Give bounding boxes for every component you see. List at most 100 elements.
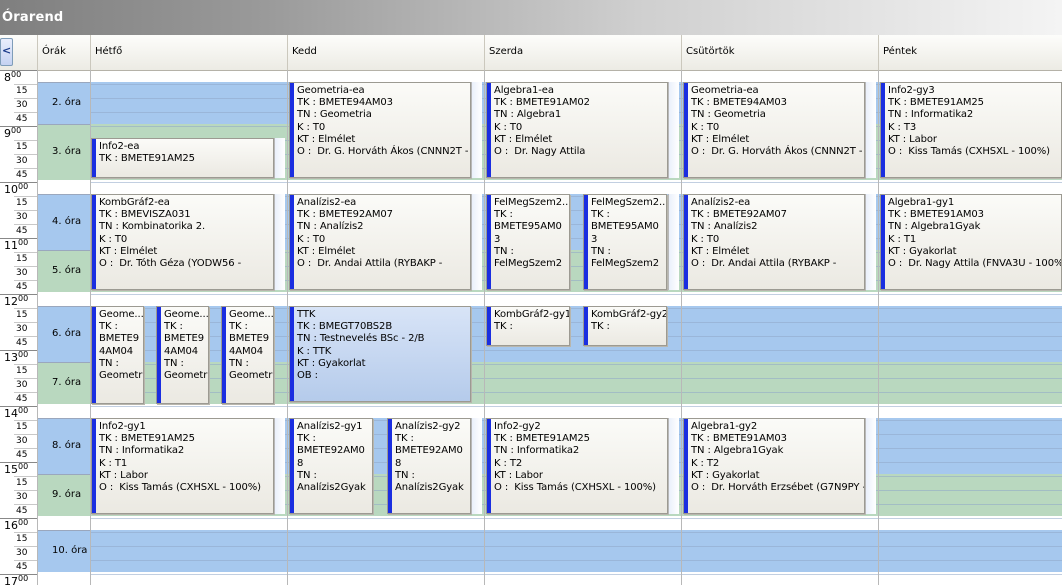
minute-label: 30 [16, 156, 28, 166]
course-event[interactable]: Analízis2-ea TK : BMETE92AM07 TN : Analí… [683, 194, 865, 290]
event-details: Geometria-ea TK : BMETE94AM03 TN : Geome… [297, 85, 469, 158]
event-color-bar [388, 419, 392, 513]
hour-minutes: 00 [18, 574, 29, 583]
quarter-line [14, 476, 37, 477]
hour-label: 1600 [4, 518, 29, 532]
course-event[interactable]: TTK TK : BMEGT70BS2B TN : Testnevelés BS… [289, 306, 471, 402]
course-event[interactable]: Geome... TK : BMETE9 4AM04 TN : Geometri [156, 306, 209, 404]
course-event[interactable]: Algebra1-gy1 TK : BMETE91AM03 TN : Algeb… [880, 194, 1062, 290]
course-event[interactable]: KombGráf2-gy2 TK : [583, 306, 667, 346]
grid-line [90, 532, 1062, 533]
minute-label: 15 [16, 422, 28, 432]
course-event[interactable]: Analízis2-gy1 TK : BMETE92AM0 8 TN : Ana… [289, 418, 373, 514]
hour-minutes: 00 [11, 126, 22, 135]
course-event[interactable]: Geometria-ea TK : BMETE94AM03 TN : Geome… [683, 82, 865, 178]
course-event[interactable]: FelMegSzem2... TK : BMETE95AM0 3 TN : Fe… [583, 194, 667, 290]
event-color-bar [487, 419, 491, 513]
hour-minutes: 00 [18, 350, 29, 359]
event-overflow-strip [471, 82, 482, 178]
event-details: Info2-gy2 TK : BMETE91AM25 TN : Informat… [494, 421, 656, 494]
lesson-label: 2. óra [52, 97, 82, 108]
event-color-bar [881, 83, 885, 177]
course-event[interactable]: Geome... TK : BMETE9 4AM04 TN : Geometri [91, 306, 144, 404]
hour-line [0, 518, 37, 519]
event-overflow-strip [668, 82, 679, 178]
event-color-bar [684, 83, 688, 177]
course-event[interactable]: Info2-gy1 TK : BMETE91AM25 TN : Informat… [91, 418, 274, 514]
event-details: Algebra1-ea TK : BMETE91AM02 TN : Algebr… [494, 85, 590, 158]
event-details: FelMegSzem2... TK : BMETE95AM0 3 TN : Fe… [591, 197, 667, 270]
minute-label: 15 [16, 478, 28, 488]
header-day-csutortok[interactable]: Csütörtök [681, 35, 878, 70]
course-event[interactable]: Geometria-ea TK : BMETE94AM03 TN : Geome… [289, 82, 471, 178]
event-details: KombGráf2-ea TK : BMEVISZA031 TN : Kombi… [99, 197, 242, 270]
grid-line [90, 574, 1062, 575]
window-title: Órarend [2, 10, 64, 25]
event-color-bar [487, 195, 491, 289]
hour-line [0, 350, 37, 351]
event-color-bar [290, 307, 294, 401]
course-event[interactable]: Geome... TK : BMETE9 4AM04 TN : Geometri [221, 306, 274, 404]
header-day-hetfo[interactable]: Hétfő [90, 35, 287, 70]
event-details: Geome... TK : BMETE9 4AM04 TN : Geometri [99, 309, 144, 382]
prev-week-button[interactable]: < [0, 38, 13, 66]
row-band[interactable] [90, 530, 1062, 572]
event-overflow-strip [274, 194, 285, 290]
quarter-line [14, 420, 37, 421]
course-event[interactable]: Algebra1-ea TK : BMETE91AM02 TN : Algebr… [486, 82, 668, 178]
lesson-label: 7. óra [52, 377, 82, 388]
course-event[interactable]: KombGráf2-ea TK : BMEVISZA031 TN : Kombi… [91, 194, 274, 290]
course-event[interactable]: Info2-gy3 TK : BMETE91AM25 TN : Informat… [880, 82, 1062, 178]
grid-line [90, 182, 1062, 183]
lesson-label: 5. óra [52, 265, 82, 276]
event-details: Geome... TK : BMETE9 4AM04 TN : Geometri [164, 309, 209, 382]
event-color-bar [487, 83, 491, 177]
event-details: Geome... TK : BMETE9 4AM04 TN : Geometri [229, 309, 274, 382]
header-day-kedd[interactable]: Kedd [287, 35, 484, 70]
course-event[interactable]: Algebra1-gy2 TK : BMETE91AM03 TN : Algeb… [683, 418, 865, 514]
hour-line [0, 406, 37, 407]
event-color-bar [290, 83, 294, 177]
event-color-bar [92, 307, 96, 403]
course-event[interactable]: KombGráf2-gy1 TK : [486, 306, 570, 346]
header-day-pentek[interactable]: Péntek [878, 35, 1062, 70]
minute-label: 15 [16, 198, 28, 208]
event-color-bar [290, 419, 294, 513]
quarter-line [14, 364, 37, 365]
quarter-line [14, 112, 37, 113]
lesson-label-block: 3. óra [37, 124, 90, 180]
hour-label: 800 [4, 70, 22, 84]
hour-line [0, 574, 37, 575]
event-overflow-strip [865, 418, 876, 514]
quarter-line [14, 490, 37, 491]
minute-label: 30 [16, 380, 28, 390]
lesson-label-block: 4. óra [37, 194, 90, 250]
course-event[interactable]: Analízis2-gy2 TK : BMETE92AM0 8 TN : Ana… [387, 418, 471, 514]
minute-label: 30 [16, 324, 28, 334]
header-day-szerda[interactable]: Szerda [484, 35, 681, 70]
event-overflow-strip [274, 138, 285, 178]
event-color-bar [157, 307, 161, 403]
course-event[interactable]: FelMegSzem2... TK : BMETE95AM0 3 TN : Fe… [486, 194, 570, 290]
quarter-line [14, 322, 37, 323]
column-separator [681, 70, 682, 585]
quarter-line [14, 434, 37, 435]
course-event[interactable]: Info2-gy2 TK : BMETE91AM25 TN : Informat… [486, 418, 668, 514]
quarter-line [14, 210, 37, 211]
chevron-left-icon: < [2, 44, 12, 57]
hour-label: 1500 [4, 462, 29, 476]
event-color-bar [92, 419, 96, 513]
hour-minutes: 00 [11, 70, 22, 79]
lesson-label: 9. óra [52, 489, 82, 500]
quarter-line [14, 224, 37, 225]
minute-label: 30 [16, 212, 28, 222]
minute-label: 45 [16, 394, 28, 404]
event-details: Algebra1-gy1 TK : BMETE91AM03 TN : Algeb… [888, 197, 1061, 270]
minute-label: 45 [16, 170, 28, 180]
course-event[interactable]: Info2-ea TK : BMETE91AM25 [91, 138, 274, 178]
lesson-label-block: 8. óra [37, 418, 90, 474]
event-overflow-strip [865, 194, 876, 290]
course-event[interactable]: Analízis2-ea TK : BMETE92AM07 TN : Analí… [289, 194, 471, 290]
column-separator [878, 70, 879, 585]
quarter-line [14, 168, 37, 169]
